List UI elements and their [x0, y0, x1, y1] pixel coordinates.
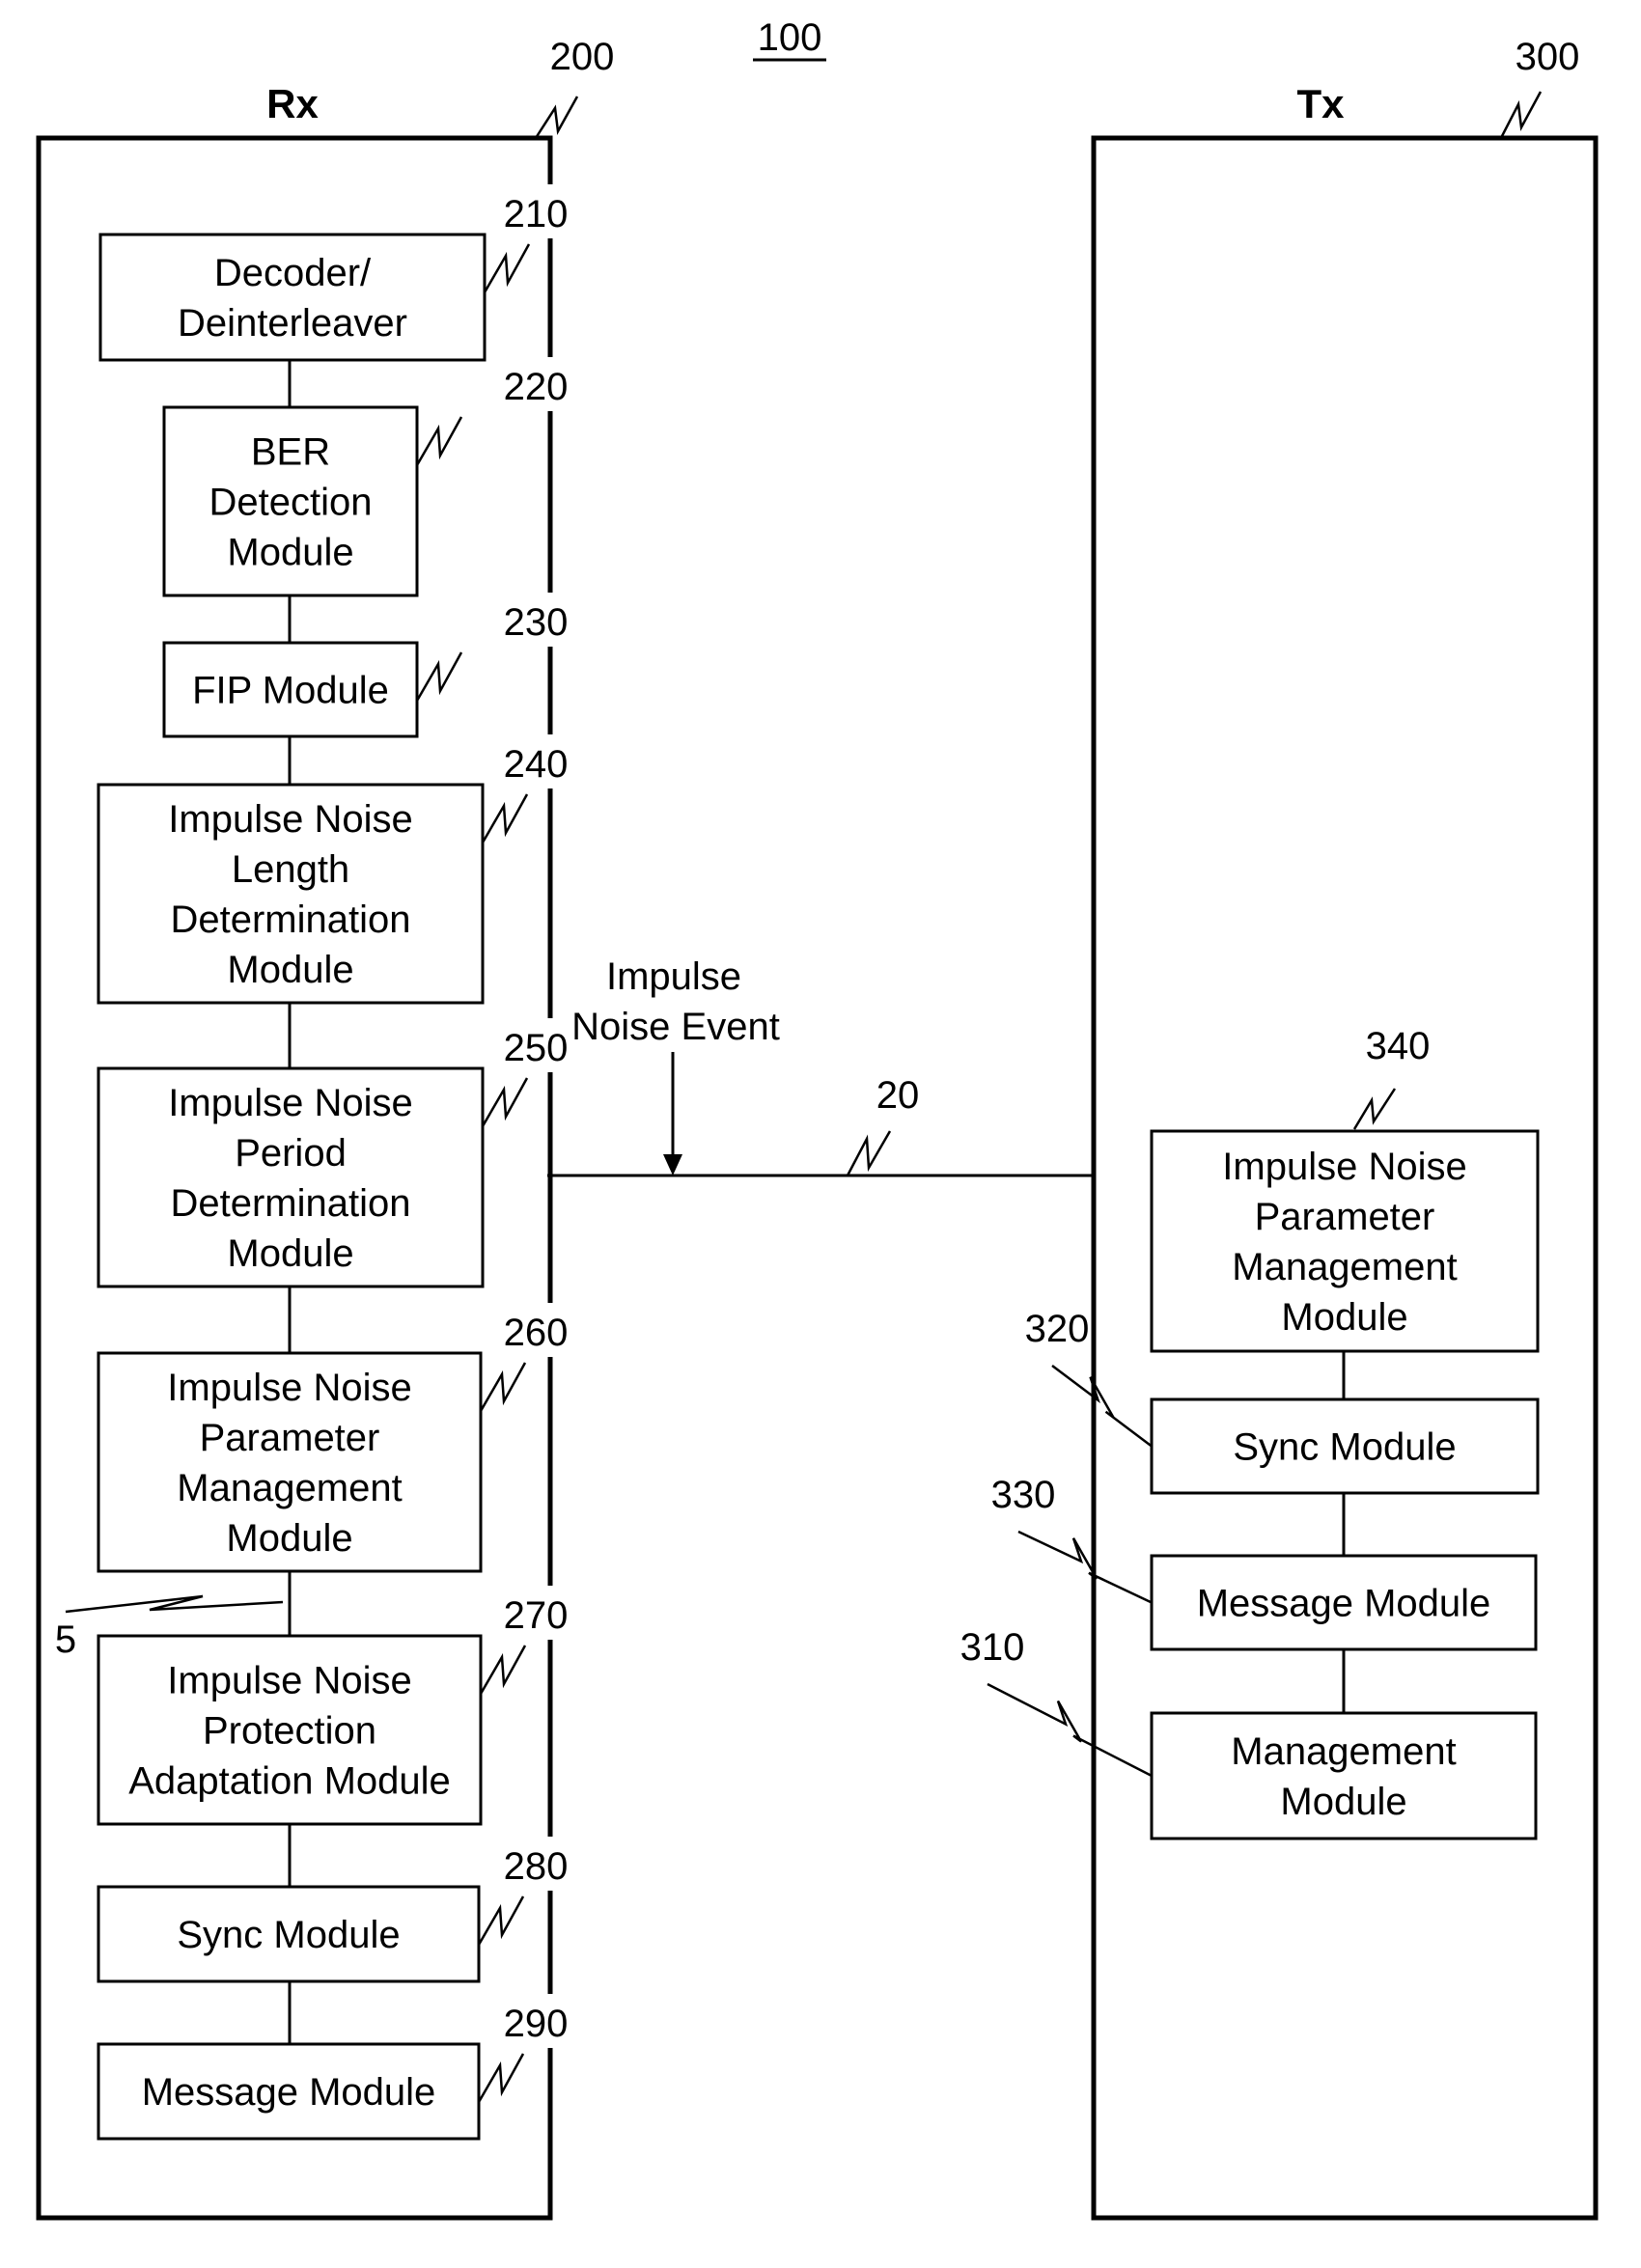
impulse-noise-event-label-line2: Noise Event	[571, 1006, 780, 1048]
tx-module-label-line: Parameter	[1255, 1196, 1435, 1238]
tx-module-label-line: Impulse Noise	[1222, 1146, 1466, 1188]
rx-module-label-line: Management	[177, 1467, 402, 1509]
tx-title: Tx	[1296, 81, 1345, 126]
tx-module-label-line: Management	[1231, 1730, 1456, 1773]
rx-module-ref: 290	[504, 2003, 569, 2045]
rx-module-label-line: Detection	[209, 482, 373, 524]
rx-module-label-line: Adaptation Module	[128, 1760, 451, 1803]
channel-ref-leader	[846, 1130, 892, 1176]
rx-title: Rx	[266, 81, 319, 126]
tx-device: Tx 300	[1091, 36, 1599, 2221]
rx-module-label-line: Parameter	[200, 1417, 380, 1459]
tx-module-ref: 310	[960, 1626, 1025, 1669]
rx-module-label-line: Impulse Noise	[167, 1660, 411, 1702]
rx-module-ref: 260	[504, 1312, 569, 1354]
rx-module-stack: Decoder/Deinterleaver 210 BER Detection Modu…	[97, 184, 569, 2141]
tx-module-ref: 330	[991, 1474, 1056, 1516]
rx-module-ref: 220	[504, 366, 569, 408]
tx-module-ref-leader	[1017, 1530, 1153, 1604]
impulse-noise-event-arrowhead	[663, 1154, 682, 1175]
channel: 20 Impulse Noise Event	[547, 955, 1094, 1177]
rx-module-ref-leader	[481, 793, 529, 844]
rx-module-label-line: Impulse Noise	[168, 1082, 412, 1124]
rx-module-label-line: Impulse Noise	[167, 1367, 411, 1409]
rx-module-250: Impulse Noise Period Determination Module 25…	[97, 1018, 569, 1288]
rx-module-230: FIP Module 230	[162, 593, 569, 738]
rx-module-240: Impulse Noise Length Determination Module 24…	[97, 734, 569, 1005]
rx-module-ref: 240	[504, 743, 569, 786]
tx-module-340: Impulse Noise Parameter Management Module 34…	[1150, 1025, 1540, 1353]
rx-module-220: BER Detection Module 220	[162, 357, 569, 597]
rx-module-label-line: Module	[226, 1517, 352, 1560]
rx-module-label-line: Decoder/	[214, 252, 372, 294]
rx-module-ref-leader	[415, 651, 463, 702]
rx-module-label-line: FIP Module	[192, 670, 389, 712]
rx-module-label-line: Module	[227, 1232, 353, 1275]
tx-ref: 300	[1516, 36, 1580, 78]
link-ref-label: 5	[55, 1618, 76, 1661]
rx-module-ref: 210	[504, 193, 569, 235]
tx-module-ref-leader	[1352, 1088, 1397, 1130]
rx-module-label-line: Module	[227, 532, 353, 574]
tx-module-label-line: Module	[1280, 1781, 1406, 1823]
rx-module-ref-leader	[415, 416, 463, 466]
rx-module-ref-leader	[483, 243, 531, 293]
rx-module-label-line: Determination	[170, 899, 410, 941]
impulse-noise-event-label-line1: Impulse	[606, 955, 741, 998]
rx-module-label-line: Deinterleaver	[178, 302, 407, 345]
rx-module-label-line: BER	[251, 431, 330, 474]
rx-module-label-line: Period	[235, 1132, 347, 1175]
figure-ref: 100	[758, 16, 822, 59]
tx-ref-leader	[1499, 91, 1543, 139]
rx-module-label-line: Message Module	[142, 2071, 436, 2114]
diagram-canvas: 100 Rx 200 Tx 300 Decoder/Deinterleaver 2…	[36, 16, 1599, 2221]
rx-module-260: Impulse Noise Parameter Management Module 26…	[97, 1303, 569, 1573]
rx-module-210: Decoder/Deinterleaver 210	[98, 184, 569, 362]
tx-module-ref-leader	[987, 1682, 1153, 1778]
channel-ref: 20	[876, 1074, 920, 1117]
rx-module-label-line: Module	[227, 949, 353, 991]
rx-module-label-line: Length	[232, 848, 349, 891]
rx-module-ref: 230	[504, 601, 569, 644]
rx-module-ref: 250	[504, 1027, 569, 1069]
tx-module-label-line: Sync Module	[1233, 1426, 1456, 1469]
rx-module-label-line: Protection	[203, 1710, 376, 1753]
tx-module-stack: Impulse Noise Parameter Management Module 34…	[960, 1025, 1540, 1840]
rx-module-ref: 280	[504, 1845, 569, 1888]
rx-module-270: Impulse Noise Protection Adaptation Module…	[97, 1586, 569, 1826]
rx-module-280: Sync Module 280	[97, 1837, 569, 1983]
tx-module-330: Message Module 330	[991, 1474, 1538, 1651]
tx-module-ref: 320	[1025, 1308, 1090, 1350]
rx-ref: 200	[550, 36, 615, 78]
rx-module-290: Message Module 290	[97, 1994, 569, 2141]
tx-module-ref-leader	[1051, 1365, 1153, 1448]
tx-module-label-line: Message Module	[1197, 1583, 1491, 1625]
rx-module-ref: 270	[504, 1594, 569, 1637]
rx-module-ref-leader	[481, 1077, 529, 1127]
tx-module-310: Management Module 310	[960, 1626, 1538, 1840]
rx-module-label-line: Impulse Noise	[168, 798, 412, 841]
rx-module-label-line: Sync Module	[177, 1914, 400, 1956]
tx-module-ref: 340	[1366, 1025, 1431, 1067]
rx-module-ref-leader	[477, 1895, 525, 1946]
tx-module-label-line: Module	[1281, 1296, 1407, 1339]
rx-module-ref-leader	[479, 1645, 527, 1695]
rx-module-label-line: Determination	[170, 1182, 410, 1225]
rx-ref-leader	[534, 96, 579, 139]
link-ref-leader	[65, 1594, 284, 1614]
rx-module-ref-leader	[479, 1362, 527, 1412]
rx-module-ref-leader	[477, 2053, 525, 2103]
tx-module-label-line: Management	[1232, 1246, 1457, 1288]
